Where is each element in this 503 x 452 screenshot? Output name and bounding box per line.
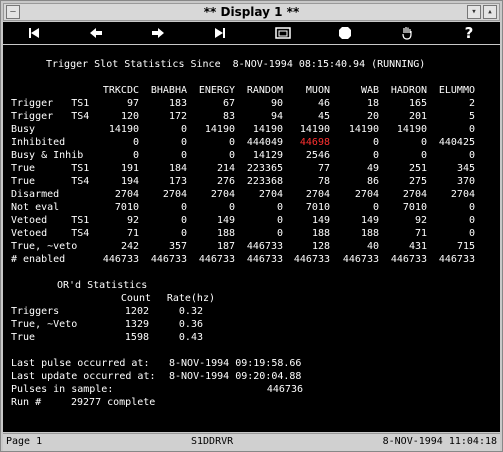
last-update-label: Last update occurred at:: [11, 371, 156, 382]
last-pulse-label: Last pulse occurred at:: [11, 358, 150, 369]
pulses-value: 446736: [266, 384, 303, 395]
row-label: True, ~veto: [11, 241, 78, 252]
table-cell: 2704: [450, 189, 475, 200]
row-label: Trigger TS4: [11, 111, 90, 122]
row-label: Vetoed TS4: [11, 228, 90, 239]
prev-page-icon: [90, 28, 103, 38]
table-cell: 0: [468, 228, 475, 239]
last-pulse-value: 8-NOV-1994 09:19:58.66: [169, 358, 302, 369]
or-count-header: Count: [120, 293, 151, 304]
table-cell: 715: [456, 241, 475, 252]
row-label: Disarmed: [11, 189, 60, 200]
window-button[interactable]: [252, 22, 314, 44]
minimize-button[interactable]: ▾: [467, 5, 481, 19]
table-cell: 2: [468, 98, 475, 109]
or-row-label: True: [11, 332, 36, 343]
status-bar: Page 1 S1DDRVR 8-NOV-1994 11:04:18: [3, 433, 500, 451]
row-label: Vetoed TS1: [11, 215, 90, 226]
next-page-button[interactable]: [127, 22, 189, 44]
prev-page-button[interactable]: [65, 22, 127, 44]
pulses-label: Pulses in sample:: [11, 384, 114, 395]
toolbar: ?: [3, 22, 500, 44]
row-label: Not eval: [11, 202, 60, 213]
maximize-button[interactable]: ▴: [483, 5, 497, 19]
help-icon: ?: [464, 24, 474, 42]
column-header: ELUMMO: [438, 85, 475, 96]
row-label: # enabled: [11, 254, 66, 265]
help-button[interactable]: ?: [438, 22, 500, 44]
row-label: True TS4: [11, 176, 90, 187]
or-row-count: 1202: [124, 306, 149, 317]
window-title: ** Display 1 **: [203, 5, 300, 19]
table-cell: 0: [468, 124, 475, 135]
table-cell: 345: [456, 163, 475, 174]
table-cell: 0: [468, 150, 475, 161]
table-cell: 0: [468, 215, 475, 226]
node-name: S1DDRVR: [191, 436, 234, 447]
page-indicator: Page 1: [6, 436, 43, 447]
display-window: — ** Display 1 ** ▾ ▴ ? Trigger Slot Sta…: [0, 0, 503, 452]
row-label: Trigger TS1: [11, 98, 90, 109]
table-cell: 0: [468, 202, 475, 213]
table-cell: 446733: [438, 254, 475, 265]
first-page-button[interactable]: [3, 22, 65, 44]
or-row-rate: 0.43: [178, 332, 203, 343]
or-heading: OR'd Statistics: [57, 280, 148, 291]
last-page-button[interactable]: [189, 22, 251, 44]
hand-button[interactable]: [376, 22, 438, 44]
or-row-count: 1598: [124, 332, 149, 343]
or-row-rate: 0.32: [178, 306, 203, 317]
stop-button[interactable]: [314, 22, 376, 44]
title-bar[interactable]: — ** Display 1 ** ▾ ▴: [3, 3, 500, 21]
run-value: 29277 complete: [71, 397, 156, 408]
table-cell: 440425: [438, 137, 475, 148]
table-cell: 5: [468, 111, 475, 122]
or-rate-header: Rate(hz): [166, 293, 215, 304]
next-page-icon: [152, 28, 165, 38]
or-row-count: 1329: [124, 319, 149, 330]
table-cell: 370: [456, 176, 475, 187]
or-row-label: True, ~Veto: [11, 319, 78, 330]
first-page-icon: [29, 28, 40, 38]
status-datetime: 8-NOV-1994 11:04:18: [382, 436, 497, 447]
statistics-screen: Trigger Slot Statistics Since 8-NOV-1994…: [3, 45, 500, 432]
hand-icon: [402, 27, 412, 40]
last-update-value: 8-NOV-1994 09:20:04.88: [169, 371, 302, 382]
row-label: Busy: [11, 124, 36, 135]
row-label: True TS1: [11, 163, 90, 174]
stop-icon: [338, 27, 351, 39]
or-row-rate: 0.36: [178, 319, 203, 330]
row-label: Busy & Inhib: [11, 150, 84, 161]
or-row-label: Triggers: [11, 306, 60, 317]
row-label: Inhibited: [11, 137, 66, 148]
last-page-icon: [215, 28, 226, 38]
screen-heading: Trigger Slot Statistics Since 8-NOV-1994…: [46, 59, 426, 70]
window-icon: [274, 27, 291, 39]
run-label: Run #: [11, 397, 42, 408]
